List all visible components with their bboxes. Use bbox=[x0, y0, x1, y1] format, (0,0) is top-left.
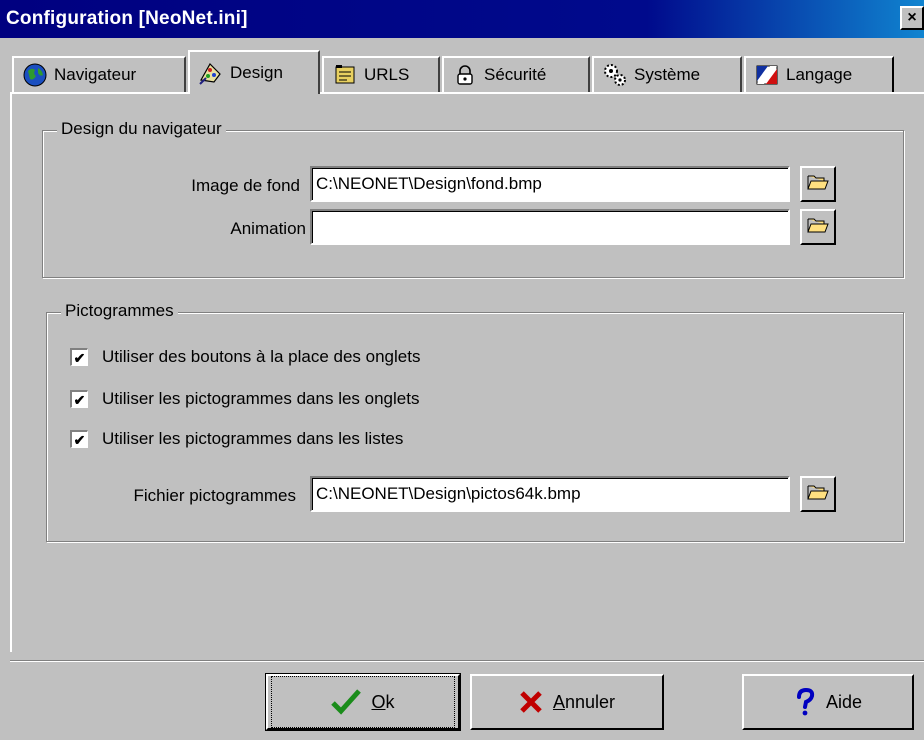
palette-icon bbox=[198, 60, 224, 86]
tab-design[interactable]: Design bbox=[188, 50, 320, 94]
flag-icon bbox=[754, 62, 780, 88]
ok-button[interactable]: Ok bbox=[265, 673, 461, 731]
cancel-label: nnuler bbox=[564, 691, 616, 712]
ok-mnemonic: O bbox=[371, 691, 386, 712]
cancel-button[interactable]: Annuler bbox=[470, 674, 664, 730]
tab-strip: Navigateur Design URLS Sécurité Système … bbox=[0, 50, 924, 94]
icons-in-tabs-label: Utiliser les pictogrammes dans les ongle… bbox=[102, 389, 420, 408]
tab-label: Design bbox=[230, 63, 283, 82]
folder-open-icon bbox=[807, 483, 829, 506]
title-bar: Configuration [NeoNet.ini] × bbox=[0, 0, 924, 38]
animation-browse-button[interactable] bbox=[800, 209, 836, 245]
animation-field[interactable] bbox=[310, 209, 790, 245]
tab-label: Sécurité bbox=[484, 65, 547, 84]
close-button[interactable]: × bbox=[900, 6, 924, 30]
address-book-icon bbox=[332, 62, 358, 88]
tab-label: Langage bbox=[786, 65, 853, 84]
ok-label: k bbox=[385, 691, 395, 712]
icons-in-tabs-checkbox-row[interactable]: ✔ Utiliser les pictogrammes dans les ong… bbox=[70, 387, 419, 411]
checkmark-icon bbox=[331, 689, 362, 715]
design-group: Design du navigateur bbox=[42, 119, 904, 278]
close-icon: × bbox=[907, 9, 917, 26]
footer-separator bbox=[10, 660, 924, 662]
icons-in-lists-checkbox[interactable]: ✔ bbox=[70, 430, 88, 448]
icons-file-browse-button[interactable] bbox=[800, 476, 836, 512]
background-image-label: Image de fond bbox=[191, 176, 300, 195]
icons-file-field[interactable]: C:\NEONET\Design\pictos64k.bmp bbox=[310, 476, 790, 512]
tab-navigateur[interactable]: Navigateur bbox=[12, 56, 186, 92]
background-browse-button[interactable] bbox=[800, 166, 836, 202]
tab-label: URLS bbox=[364, 65, 410, 84]
icons-group-legend: Pictogrammes bbox=[61, 301, 178, 321]
help-button[interactable]: Aide bbox=[742, 674, 914, 730]
use-buttons-label: Utiliser des boutons à la place des ongl… bbox=[102, 347, 421, 366]
design-group-legend: Design du navigateur bbox=[57, 119, 226, 139]
folder-open-icon bbox=[807, 173, 829, 196]
icons-in-tabs-checkbox[interactable]: ✔ bbox=[70, 390, 88, 408]
use-buttons-checkbox-row[interactable]: ✔ Utiliser des boutons à la place des on… bbox=[70, 345, 420, 369]
gears-icon bbox=[602, 62, 628, 88]
background-image-field[interactable]: C:\NEONET\Design\fond.bmp bbox=[310, 166, 790, 202]
lock-icon bbox=[452, 62, 478, 88]
cross-icon bbox=[519, 690, 543, 714]
use-buttons-checkbox[interactable]: ✔ bbox=[70, 348, 88, 366]
tab-systeme[interactable]: Système bbox=[592, 56, 742, 92]
animation-label: Animation bbox=[230, 219, 306, 238]
help-question-icon bbox=[794, 688, 816, 716]
folder-open-icon bbox=[807, 216, 829, 239]
help-label: Aide bbox=[825, 691, 863, 712]
tab-urls[interactable]: URLS bbox=[322, 56, 440, 92]
globe-icon bbox=[22, 62, 48, 88]
tab-langage[interactable]: Langage bbox=[744, 56, 894, 92]
cancel-mnemonic: A bbox=[552, 691, 565, 712]
tab-securite[interactable]: Sécurité bbox=[442, 56, 590, 92]
window-title: Configuration [NeoNet.ini] bbox=[6, 8, 248, 29]
tab-label: Navigateur bbox=[54, 65, 137, 84]
tab-label: Système bbox=[634, 65, 701, 84]
icons-in-lists-label: Utiliser les pictogrammes dans les liste… bbox=[102, 429, 404, 448]
icons-in-lists-checkbox-row[interactable]: ✔ Utiliser les pictogrammes dans les lis… bbox=[70, 427, 403, 451]
icons-file-label: Fichier pictogrammes bbox=[133, 486, 297, 505]
